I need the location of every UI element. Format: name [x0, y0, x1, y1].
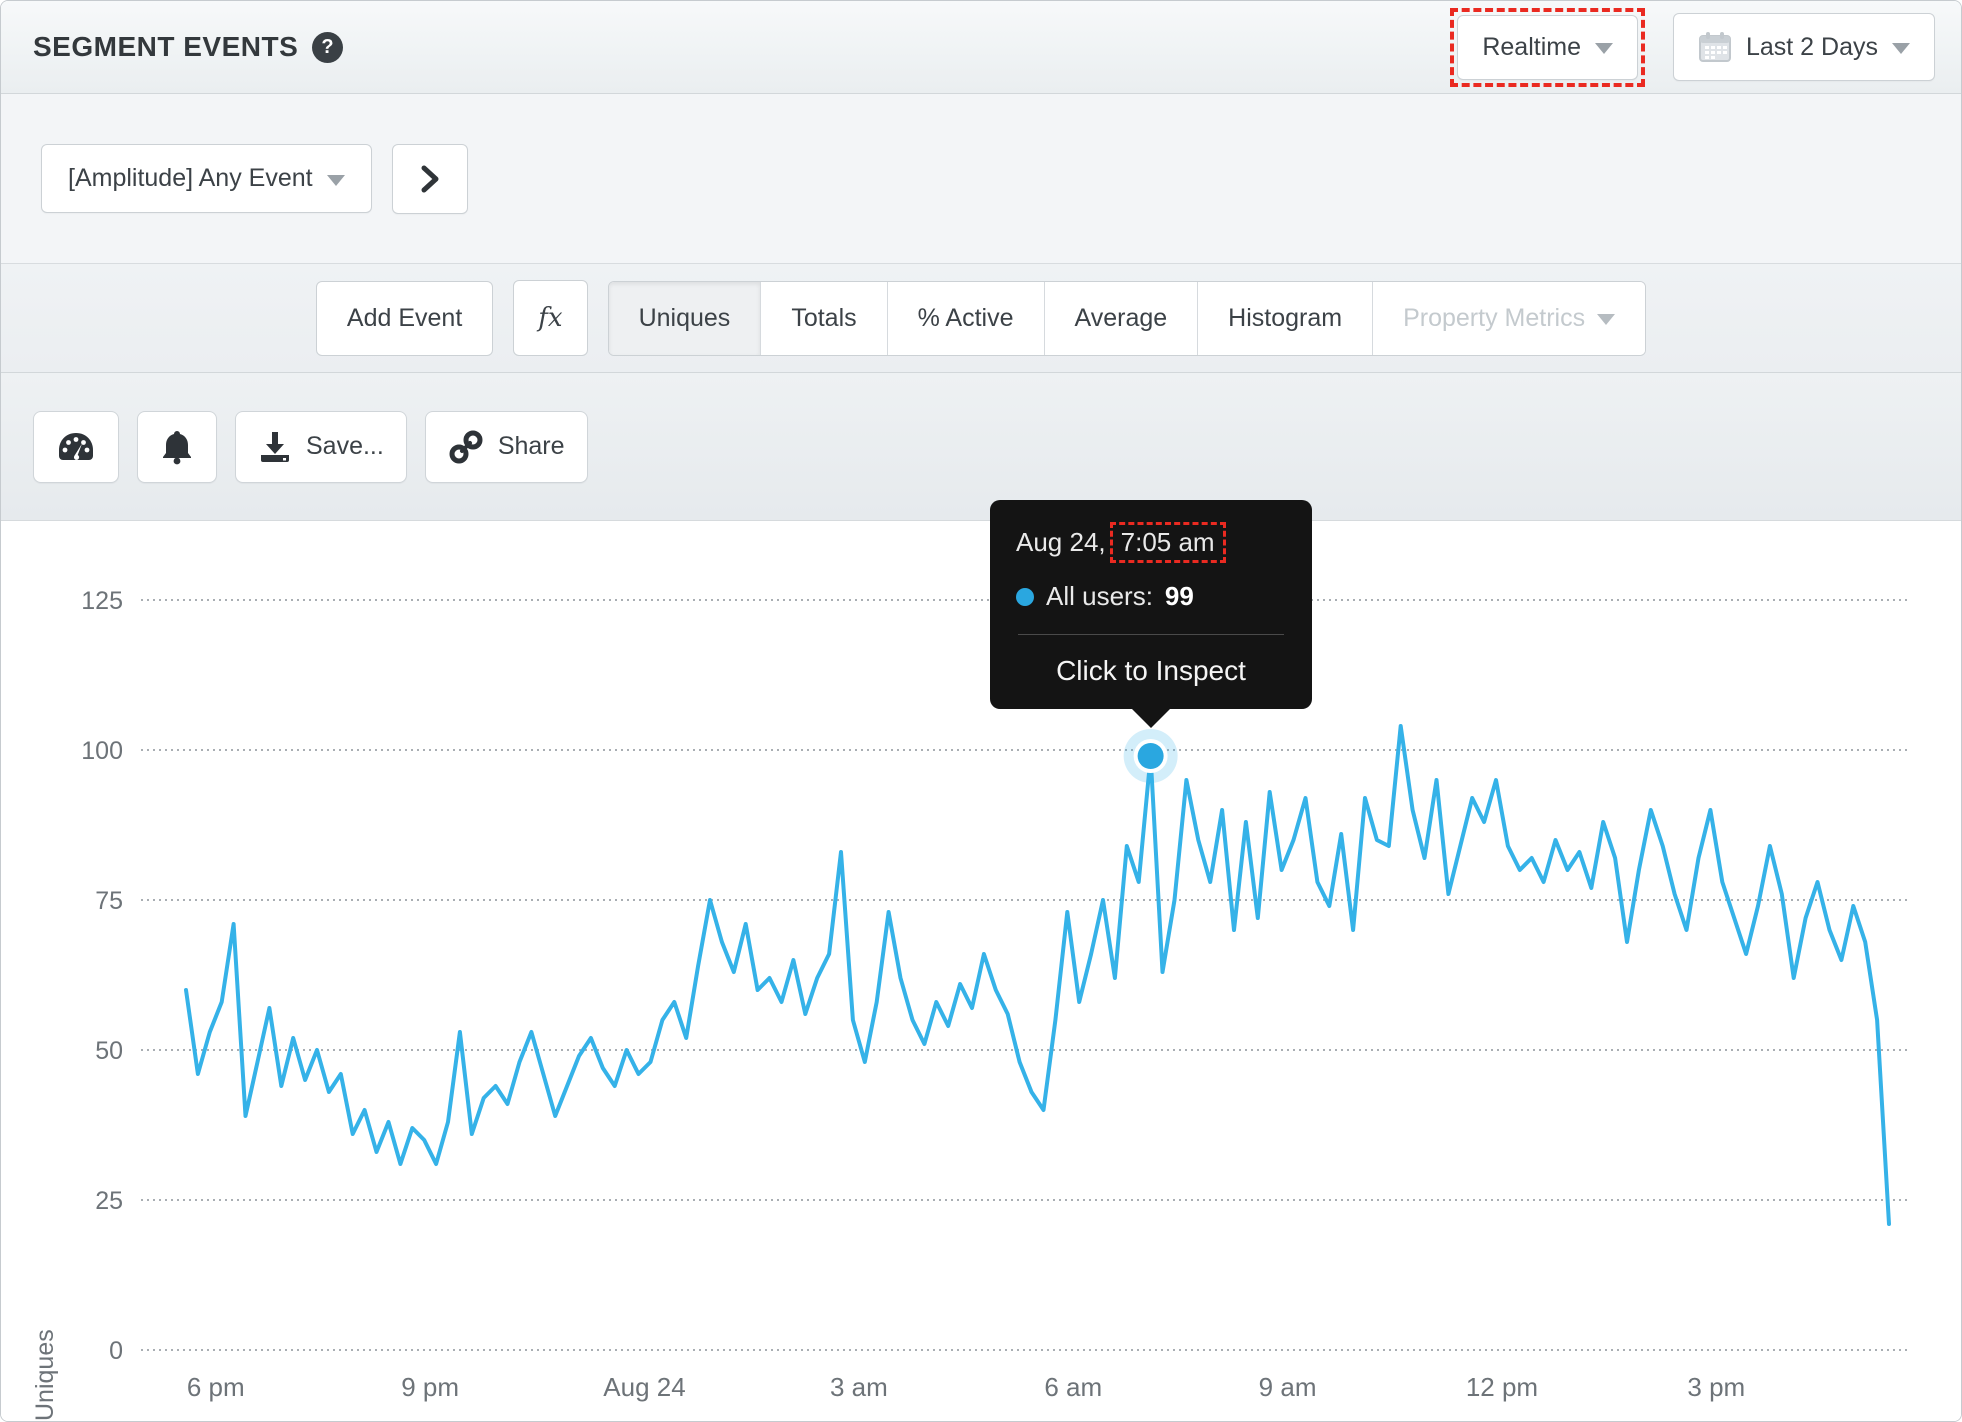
- y-tick-label: 75: [95, 887, 123, 915]
- dashboard-button[interactable]: [33, 410, 119, 483]
- x-tick-label: 6 pm: [187, 1372, 245, 1402]
- tab-histogram[interactable]: Histogram: [1198, 281, 1374, 355]
- x-tick-label: 3 am: [830, 1372, 888, 1402]
- y-tick-label: 25: [95, 1187, 123, 1215]
- chevron-down-icon: [1892, 43, 1910, 54]
- y-tick-label: 50: [95, 1037, 123, 1065]
- chart-panel: 0 25 50 75 100 125 6 pm 9 pm Aug 24 3 am 6 am 9 am 1…: [1, 500, 1961, 1422]
- y-tick-label: 125: [81, 587, 123, 615]
- share-label: Share: [497, 432, 565, 460]
- all-users-series-line[interactable]: [184, 724, 1891, 1226]
- tooltip-time: 7:05 am: [1120, 527, 1215, 557]
- tab-label: Histogram: [1228, 303, 1343, 332]
- tab-label: Uniques: [638, 303, 731, 332]
- tooltip-title: Aug 24, 7:05 am: [1016, 522, 1286, 563]
- chevron-down-icon: [1597, 314, 1616, 325]
- chart-tooltip[interactable]: Aug 24, 7:05 am All users: 99 Click to In…: [990, 500, 1312, 709]
- tab-label: % Active: [917, 303, 1014, 332]
- tooltip-divider: [1018, 634, 1284, 635]
- metric-controls-row: Add Event fx Uniques Totals % Active Ave…: [1, 264, 1961, 373]
- tooltip-action[interactable]: Click to Inspect: [1016, 655, 1286, 691]
- chevron-right-icon: [419, 164, 441, 194]
- tab-totals[interactable]: Totals: [761, 281, 888, 355]
- event-selector-dropdown[interactable]: [Amplitude] Any Event: [41, 144, 372, 213]
- tab-label: Property Metrics: [1403, 303, 1586, 332]
- help-icon[interactable]: ?: [312, 31, 344, 63]
- header-controls: Realtime Last 2 Days: [1450, 7, 1935, 87]
- y-tick-label: 0: [109, 1337, 123, 1365]
- page-title: SEGMENT EVENTS ?: [33, 31, 344, 63]
- share-button[interactable]: Share: [424, 410, 588, 483]
- x-tick-label: Aug 24: [603, 1372, 685, 1402]
- event-selector-row: [Amplitude] Any Event: [1, 94, 1961, 264]
- tooltip-value: 99: [1164, 581, 1194, 611]
- realtime-highlight-box: Realtime: [1450, 7, 1645, 87]
- x-tick-label: 9 am: [1259, 1372, 1317, 1402]
- tooltip-series-label: All users:: [1046, 581, 1153, 611]
- tab-uniques[interactable]: Uniques: [608, 281, 762, 355]
- notifications-button[interactable]: [137, 410, 217, 483]
- realtime-dropdown[interactable]: Realtime: [1457, 14, 1638, 80]
- tooltip-time-highlight-box: 7:05 am: [1109, 522, 1226, 563]
- y-tick-label: 100: [81, 737, 123, 765]
- calendar-icon: [1698, 31, 1732, 63]
- chevron-down-icon: [326, 174, 345, 186]
- date-range-label: Last 2 Days: [1745, 32, 1878, 61]
- x-tick-label: 3 pm: [1687, 1372, 1745, 1402]
- x-tick-label: 6 am: [1044, 1372, 1102, 1402]
- metric-tab-group: Uniques Totals % Active Average Histogra…: [607, 280, 1647, 356]
- tooltip-date: Aug 24,: [1016, 527, 1106, 557]
- event-selector-label: [Amplitude] Any Event: [68, 164, 313, 192]
- add-event-button[interactable]: Add Event: [315, 280, 494, 356]
- series-dot-icon: [1016, 587, 1034, 606]
- download-icon: [258, 430, 292, 464]
- segment-events-chart[interactable]: 0 25 50 75 100 125 6 pm 9 pm Aug 24 3 am 6 am 9 am 1…: [1, 521, 1961, 1422]
- highlight-dot[interactable]: [1137, 743, 1164, 769]
- realtime-label: Realtime: [1482, 32, 1581, 61]
- x-tick-label: 12 pm: [1466, 1372, 1538, 1402]
- chart-toolbar: Save... Share: [1, 373, 1961, 521]
- page-title-text: SEGMENT EVENTS: [33, 31, 299, 62]
- y-axis-title: Uniques: [31, 1329, 59, 1421]
- formula-button[interactable]: fx: [513, 280, 588, 356]
- segment-events-page: SEGMENT EVENTS ? Realtime Last 2 Days [A…: [0, 0, 1962, 1422]
- chevron-down-icon: [1594, 43, 1613, 54]
- date-range-dropdown[interactable]: Last 2 Days: [1672, 13, 1935, 81]
- save-button[interactable]: Save...: [235, 410, 407, 483]
- expand-event-button[interactable]: [391, 143, 468, 214]
- x-tick-label: 9 pm: [401, 1372, 459, 1402]
- header-bar: SEGMENT EVENTS ? Realtime Last 2 Days: [1, 1, 1961, 94]
- tab-label: Average: [1074, 303, 1168, 332]
- bell-icon: [160, 429, 194, 465]
- link-icon: [448, 429, 484, 465]
- tab-property-metrics[interactable]: Property Metrics: [1373, 281, 1646, 355]
- tab-label: Totals: [791, 303, 857, 332]
- speedometer-icon: [56, 430, 96, 464]
- tab-percent-active[interactable]: % Active: [887, 281, 1045, 355]
- tooltip-series-row: All users: 99: [1016, 581, 1286, 612]
- save-label: Save...: [306, 432, 384, 460]
- tab-average[interactable]: Average: [1044, 281, 1199, 355]
